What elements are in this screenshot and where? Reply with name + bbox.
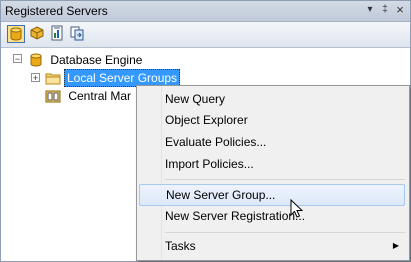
window-position-dropdown-icon[interactable]: ▾ (363, 3, 377, 17)
server-type-toolbar (1, 22, 410, 48)
menu-item-new-server-group[interactable]: New Server Group... (139, 184, 405, 206)
menu-item-evaluate-policies[interactable]: Evaluate Policies... (139, 131, 405, 153)
database-icon (30, 53, 42, 67)
expand-toggle[interactable]: + (31, 73, 40, 83)
collapse-toggle[interactable]: − (13, 54, 22, 64)
menu-item-new-server-registration[interactable]: New Server Registration... (139, 205, 405, 227)
database-engine-icon[interactable] (7, 25, 25, 43)
tree-node-database-engine[interactable]: Database Engine (28, 50, 142, 68)
analysis-services-icon[interactable] (29, 25, 47, 43)
menu-separator (165, 179, 405, 180)
integration-services-icon[interactable] (69, 25, 87, 43)
tree-node-central-management-servers[interactable]: Central Mar (45, 86, 131, 104)
tree-node-label: Database Engine (50, 52, 143, 67)
context-menu: New Query Object Explorer Evaluate Polic… (136, 85, 410, 261)
auto-hide-pin-icon[interactable]: ‡ (378, 3, 392, 17)
close-icon[interactable]: × (393, 3, 407, 17)
menu-item-label: Tasks (165, 239, 196, 253)
panel-title-bar: Registered Servers ▾ ‡ × (1, 1, 410, 22)
mouse-pointer-icon (290, 199, 303, 218)
menu-item-object-explorer[interactable]: Object Explorer (139, 109, 405, 131)
tree-node-label: Central Mar (68, 88, 132, 103)
submenu-arrow-icon: ▶ (392, 241, 399, 250)
menu-item-new-query[interactable]: New Query (139, 88, 405, 110)
menu-item-tasks[interactable]: Tasks ▶ (139, 235, 405, 257)
reporting-services-icon[interactable] (49, 25, 67, 43)
registered-servers-panel: Registered Servers ▾ ‡ × − Database Engi… (0, 0, 411, 262)
central-management-server-icon (45, 90, 61, 103)
menu-item-import-policies[interactable]: Import Policies... (139, 153, 405, 175)
menu-separator (165, 232, 405, 233)
folder-icon (45, 73, 61, 85)
tree-node-local-server-groups[interactable] (45, 68, 61, 86)
panel-title: Registered Servers (5, 4, 108, 18)
